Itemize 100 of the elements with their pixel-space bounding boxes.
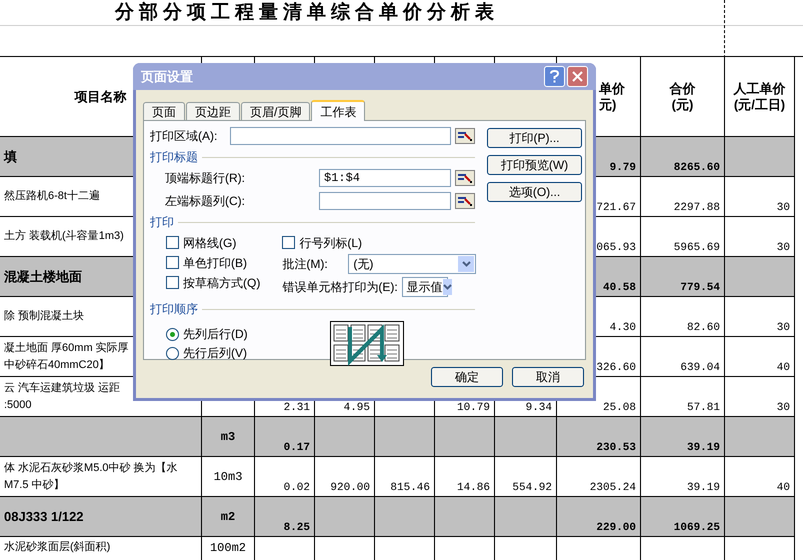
tab[interactable]: 页边距 (186, 102, 240, 121)
dropdown[interactable]: (无) (348, 254, 476, 274)
tab[interactable]: 页眉/页脚 (241, 102, 310, 121)
dialog-button[interactable]: 打印预览(W) (487, 155, 582, 175)
table-cell: 30 (776, 202, 790, 215)
group-heading: 打印标题 (150, 149, 198, 166)
table-cell: 40.58 (602, 282, 636, 295)
table-cell-text: m3 (220, 428, 236, 446)
question-mark-icon (550, 70, 559, 83)
tab[interactable]: 工作表 (311, 100, 366, 121)
table-cell-text: 100m2 (210, 540, 246, 557)
table-cell: 30 (776, 322, 790, 335)
field-label: 错误单元格打印为(E): (282, 279, 398, 296)
input-field[interactable] (230, 127, 451, 145)
table-cell-text: 土方 装载机(斗容量1m3) (4, 228, 124, 244)
table-cell: 30 (776, 402, 790, 415)
table-cell: 9.79 (610, 162, 636, 175)
input-field[interactable] (319, 192, 451, 210)
table-cell: 639.04 (680, 362, 720, 375)
dialog-button[interactable]: 取消 (512, 367, 584, 387)
table-cell: 混凝土楼地面 (4, 268, 82, 285)
table-cell: 8265.60 (674, 162, 720, 175)
table-cell: 10.79 (456, 402, 490, 415)
sheet-title: 分部分项工程量清单综合单价分析表 (115, 1, 499, 25)
checkbox-label: 按草稿方式(Q) (183, 274, 260, 292)
checkbox[interactable] (166, 276, 179, 289)
table-cell: 721.67 (596, 202, 636, 215)
dialog-button[interactable]: 打印(P)... (487, 128, 582, 148)
field-label: 批注(M): (282, 256, 329, 273)
range-select-icon[interactable] (455, 128, 475, 144)
checkbox[interactable] (282, 236, 296, 249)
table-cell-text: 水泥砂浆面层(斜面积) (4, 540, 110, 555)
chevron-down-icon (442, 279, 452, 295)
window-title: 页面设置 (141, 68, 193, 86)
field-label: 顶端标题行(R): (165, 170, 246, 187)
table-cell: 57.81 (686, 402, 720, 415)
range-select-icon[interactable] (455, 193, 475, 209)
table-cell-text: :5000 (4, 398, 32, 412)
radio-button[interactable] (166, 328, 179, 340)
table-cell-text: M7.5 中砂】 (4, 478, 65, 492)
table-cell: 065.93 (596, 242, 636, 255)
table-cell: 4.95 (344, 402, 370, 415)
group-heading: 打印顺序 (150, 301, 198, 318)
range-select-icon[interactable] (455, 170, 475, 186)
table-cell-text: 中砂碎石40mmC20】 (4, 358, 110, 372)
chevron-down-icon (458, 256, 474, 272)
table-cell: 82.60 (686, 322, 720, 335)
table-cell: 8.25 (284, 522, 310, 535)
table-cell: 230.53 (596, 442, 636, 455)
table-cell: 229.00 (596, 522, 636, 535)
table-cell: 填 (4, 148, 17, 165)
table-cell: 39.19 (686, 482, 720, 495)
table-cell: 2305.24 (590, 482, 636, 495)
checkbox-label: 行号列标(L) (299, 234, 362, 252)
table-cell: 9.34 (526, 402, 552, 415)
radio-button[interactable] (166, 346, 179, 360)
table-cell: 4.30 (610, 322, 636, 335)
table-cell: 08J333 1/122 (4, 508, 84, 525)
table-cell: 39.19 (686, 442, 720, 455)
table-cell: 554.92 (512, 482, 552, 495)
table-cell: 40 (776, 482, 790, 495)
column-header: 人工单价 (元/工日) (734, 80, 786, 112)
table-cell: 40 (776, 362, 790, 375)
tab[interactable]: 页面 (143, 102, 185, 121)
table-cell: 30 (776, 242, 790, 255)
table-cell-text: m2 (220, 508, 236, 526)
table-cell: 0.02 (284, 482, 310, 495)
table-cell: 1069.25 (674, 522, 720, 535)
field-label: 左端标题列(C): (165, 193, 246, 210)
table-cell: 0.17 (284, 442, 310, 455)
column-header: 合价 (元) (670, 80, 696, 112)
dialog-button[interactable]: 选项(O)... (487, 182, 582, 202)
close-button[interactable] (567, 66, 588, 87)
checkbox-label: 网格线(G) (183, 234, 236, 252)
radio-label: 先行后列(V) (183, 345, 247, 362)
table-cell-text: 云 汽车运建筑垃圾 运距 (4, 380, 120, 396)
table-cell: 2297.88 (674, 202, 720, 215)
group-heading: 打印 (150, 214, 174, 231)
table-cell-text: 体 水泥石灰砂浆M5.0中砂 换为【水 (4, 460, 178, 476)
checkbox[interactable] (166, 256, 179, 269)
table-cell-text: 除 预制混凝土块 (4, 309, 84, 324)
dialog-button[interactable]: 确定 (431, 367, 503, 387)
input-field[interactable]: $1:$4 (319, 169, 451, 187)
table-cell-text: 然压路机6-8t十二遍 (4, 188, 100, 204)
table-cell: 920.00 (330, 482, 370, 495)
table-cell-text: 10m3 (214, 468, 242, 486)
checkbox-label: 单色打印(B) (183, 254, 247, 272)
table-cell: 326.60 (596, 362, 636, 375)
table-cell-text: 凝土地面 厚60mm 实际厚 (4, 340, 129, 356)
column-header: 项目名称 (74, 88, 126, 106)
table-cell: 779.54 (680, 282, 720, 295)
table-cell: 815.46 (390, 482, 430, 495)
radio-label: 先列后行(D) (183, 326, 248, 343)
close-icon (572, 71, 583, 82)
help-button[interactable] (544, 66, 565, 87)
column-header: 单价 元) (599, 80, 625, 112)
table-cell: 25.08 (602, 402, 636, 415)
table-cell: 14.86 (456, 482, 490, 495)
table-cell: 5965.69 (674, 242, 720, 255)
checkbox[interactable] (166, 236, 179, 249)
